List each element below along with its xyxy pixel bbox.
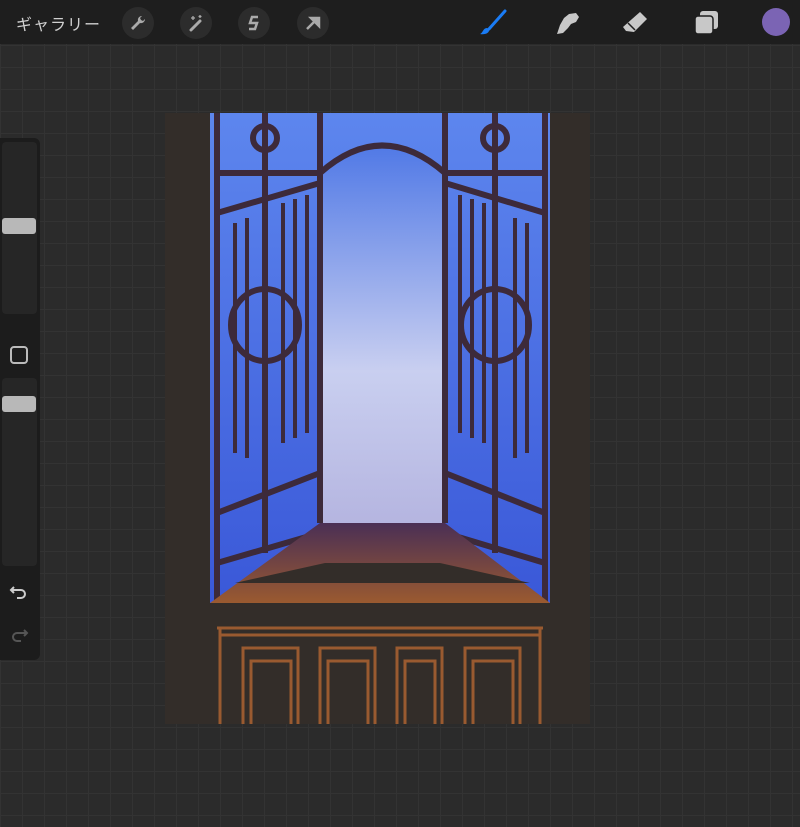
brush-icon[interactable] (478, 8, 508, 38)
eyedropper-modify-button[interactable] (10, 346, 28, 364)
top-toolbar: ギャラリー (0, 0, 800, 44)
sidebar (0, 138, 40, 660)
eraser-icon[interactable] (620, 8, 650, 38)
wrench-icon[interactable] (122, 7, 154, 39)
smudge-icon[interactable] (552, 8, 582, 38)
artwork-window (210, 113, 550, 724)
selection-s-icon[interactable] (238, 7, 270, 39)
color-picker-button[interactable] (762, 8, 790, 36)
opacity-thumb[interactable] (2, 396, 36, 412)
gallery-button[interactable]: ギャラリー (16, 11, 101, 35)
drawing-canvas[interactable] (165, 113, 590, 724)
redo-icon[interactable] (9, 627, 29, 647)
brush-size-thumb[interactable] (2, 218, 36, 234)
magic-wand-icon[interactable] (180, 7, 212, 39)
undo-icon[interactable] (9, 584, 29, 604)
move-arrow-icon[interactable] (297, 7, 329, 39)
layers-icon[interactable] (691, 8, 721, 38)
